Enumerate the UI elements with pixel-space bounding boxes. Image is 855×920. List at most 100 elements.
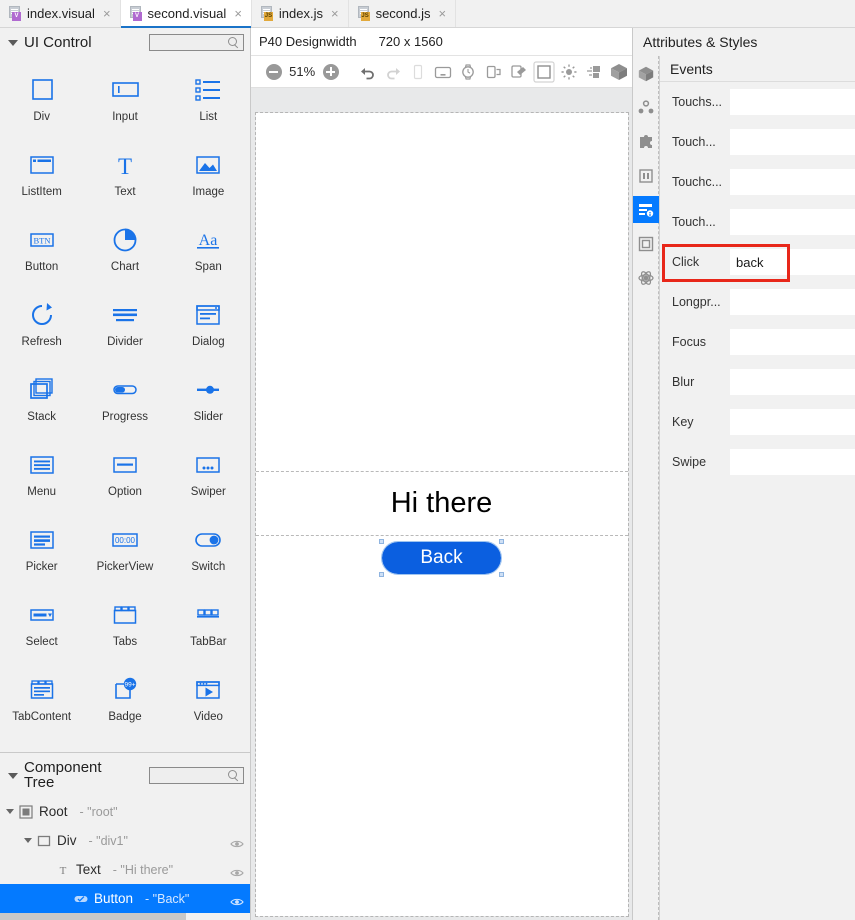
tree-row-root[interactable]: Root - "root": [0, 797, 250, 826]
palette-item-video[interactable]: Video: [167, 662, 250, 737]
palette-item-button[interactable]: BTN Button: [0, 212, 83, 287]
tv-view-button[interactable]: [431, 57, 456, 87]
event-value-input[interactable]: [730, 289, 855, 315]
chevron-down-icon[interactable]: [8, 773, 18, 779]
event-value-input[interactable]: [730, 169, 855, 195]
events-icon-button[interactable]: [632, 196, 659, 223]
button-icon: BTN: [29, 233, 54, 247]
palette-item-pickerview[interactable]: 00:00 PickerView: [83, 512, 166, 587]
swiper-icon: [193, 449, 223, 481]
palette-item-slider[interactable]: Slider: [167, 362, 250, 437]
palette-item-tabs[interactable]: Tabs: [83, 587, 166, 662]
component-tree-hscrollbar[interactable]: [0, 913, 250, 920]
event-value-input[interactable]: [730, 449, 855, 475]
image-icon: [193, 149, 223, 181]
palette-item-divider[interactable]: Divider: [83, 287, 166, 362]
palette-item-select[interactable]: Select: [0, 587, 83, 662]
group-icon-button[interactable]: [633, 94, 659, 121]
design-canvas[interactable]: Hi there Back: [251, 88, 632, 920]
zoom-out-button[interactable]: [261, 57, 286, 87]
brightness-button[interactable]: [557, 57, 582, 87]
palette-item-tabbar[interactable]: TabBar: [167, 587, 250, 662]
redo-button[interactable]: [380, 57, 405, 87]
foldable-icon: [486, 65, 501, 78]
border-icon-button[interactable]: [633, 230, 659, 257]
event-value-input[interactable]: [730, 89, 855, 115]
event-value-input[interactable]: [730, 129, 855, 155]
select-icon: [27, 599, 57, 631]
event-value-input[interactable]: [730, 209, 855, 235]
close-icon[interactable]: ×: [234, 7, 242, 20]
palette-item-div[interactable]: Div: [0, 62, 83, 137]
watch-view-button[interactable]: [456, 57, 481, 87]
chevron-down-icon[interactable]: [24, 838, 32, 843]
preview-div-region[interactable]: Hi there: [255, 471, 628, 536]
tabcontent-icon: [27, 674, 57, 706]
eye-icon[interactable]: [230, 865, 244, 876]
undo-button[interactable]: [355, 57, 380, 87]
editor-tab-index-visual[interactable]: Vindex.visual ×: [0, 0, 121, 27]
resize-handle-br[interactable]: [499, 572, 504, 577]
foldable-view-button[interactable]: [481, 57, 506, 87]
palette-item-progress[interactable]: Progress: [83, 362, 166, 437]
eye-icon[interactable]: [230, 836, 244, 847]
zoom-in-button[interactable]: [318, 57, 343, 87]
palette-item-text[interactable]: T Text: [83, 137, 166, 212]
palette-item-input[interactable]: Input: [83, 62, 166, 137]
palette-item-stack[interactable]: Stack: [0, 362, 83, 437]
columns-icon-button[interactable]: [633, 162, 659, 189]
editor-tab-index-js[interactable]: JS index.js ×: [251, 0, 349, 27]
close-icon[interactable]: ×: [439, 7, 447, 20]
chevron-down-icon[interactable]: [8, 40, 18, 46]
palette-item-tabcontent[interactable]: TabContent: [0, 662, 83, 737]
tree-row-button[interactable]: Button - "Back": [0, 884, 250, 913]
palette-item-switch[interactable]: Switch: [167, 512, 250, 587]
ui-control-search-input[interactable]: [149, 33, 244, 51]
palette-item-chart[interactable]: Chart: [83, 212, 166, 287]
event-value-input[interactable]: [730, 369, 855, 395]
phone-view-button[interactable]: [405, 57, 430, 87]
palette-item-list[interactable]: List: [167, 62, 250, 137]
cube-icon-button[interactable]: [633, 60, 659, 87]
cube-button[interactable]: [607, 57, 632, 87]
tree-row-div[interactable]: Div - "div1": [0, 826, 250, 855]
palette-item-swiper[interactable]: Swiper: [167, 437, 250, 512]
palette-item-menu[interactable]: Menu: [0, 437, 83, 512]
event-row-touch: Touch...: [660, 202, 855, 242]
canvas-panel: P40 Designwidth 720 x 1560 51% Hi there …: [251, 28, 632, 920]
close-icon[interactable]: ×: [331, 7, 339, 20]
palette-item-dialog[interactable]: Dialog: [167, 287, 250, 362]
component-add-button[interactable]: [582, 57, 607, 87]
palette-item-span[interactable]: Aa Span: [167, 212, 250, 287]
component-tree-search-input[interactable]: [149, 766, 244, 784]
palette-item-refresh[interactable]: Refresh: [0, 287, 83, 362]
tree-row-name: Text: [76, 862, 101, 877]
event-value-input[interactable]: [730, 409, 855, 435]
input-icon: [112, 82, 139, 97]
palette-item-option[interactable]: Option: [83, 437, 166, 512]
chevron-down-icon[interactable]: [6, 809, 14, 814]
close-icon[interactable]: ×: [103, 7, 111, 20]
resize-handle-tl[interactable]: [379, 539, 384, 544]
palette-item-listitem[interactable]: ListItem: [0, 137, 83, 212]
palette-item-picker[interactable]: Picker: [0, 512, 83, 587]
svg-text:BTN: BTN: [33, 236, 50, 246]
resize-handle-tr[interactable]: [499, 539, 504, 544]
event-value-input[interactable]: [730, 249, 855, 275]
resize-handle-bl[interactable]: [379, 572, 384, 577]
palette-item-badge[interactable]: 99+ Badge: [83, 662, 166, 737]
puzzle-icon-button[interactable]: [633, 128, 659, 155]
preview-back-button[interactable]: Back: [379, 539, 504, 577]
palette-item-label: Div: [33, 111, 50, 123]
event-value-input[interactable]: [730, 329, 855, 355]
frame-view-button[interactable]: [531, 57, 556, 87]
editor-tab-second-visual[interactable]: Vsecond.visual ×: [120, 0, 252, 28]
palette-item-image[interactable]: Image: [167, 137, 250, 212]
eye-icon[interactable]: [230, 894, 244, 905]
multi-device-button[interactable]: [506, 57, 531, 87]
atom-icon-button[interactable]: [633, 264, 659, 291]
events-list: Touchs... Touch... Touchc... Touch... Click L…: [660, 82, 855, 482]
editor-tab-second-js[interactable]: JS second.js ×: [348, 0, 457, 27]
svg-text:Aa: Aa: [199, 232, 218, 249]
tree-row-text[interactable]: T Text - "Hi there": [0, 855, 250, 884]
